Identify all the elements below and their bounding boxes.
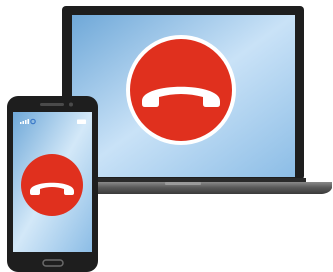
phone-hang-up-button[interactable]	[21, 154, 83, 216]
laptop-hang-up-button[interactable]	[126, 35, 236, 145]
devices-illustration	[7, 6, 332, 272]
phone	[7, 96, 98, 272]
laptop-base-notch	[165, 182, 201, 185]
phone-speaker	[40, 103, 64, 106]
battery-icon	[77, 119, 86, 124]
phone-camera	[69, 102, 73, 107]
